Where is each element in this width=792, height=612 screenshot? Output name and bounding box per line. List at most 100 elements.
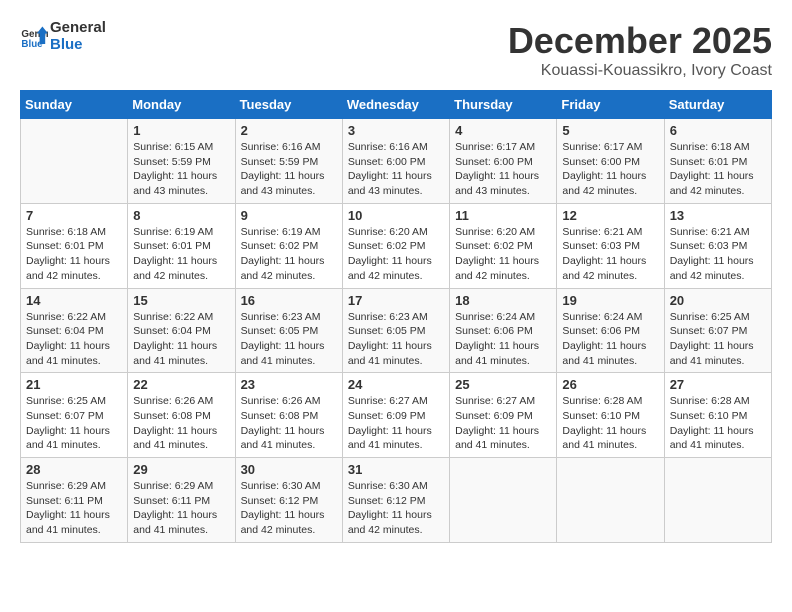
day-detail: Sunrise: 6:23 AMSunset: 6:05 PMDaylight:… bbox=[348, 310, 444, 369]
calendar-cell: 3Sunrise: 6:16 AMSunset: 6:00 PMDaylight… bbox=[342, 119, 449, 204]
calendar-cell bbox=[450, 458, 557, 543]
day-number: 23 bbox=[241, 377, 337, 392]
day-detail: Sunrise: 6:15 AMSunset: 5:59 PMDaylight:… bbox=[133, 140, 229, 199]
day-detail: Sunrise: 6:28 AMSunset: 6:10 PMDaylight:… bbox=[562, 394, 658, 453]
logo-icon: General Blue bbox=[20, 23, 48, 51]
month-year-title: December 2025 bbox=[508, 20, 772, 62]
day-detail: Sunrise: 6:18 AMSunset: 6:01 PMDaylight:… bbox=[26, 225, 122, 284]
logo-blue-text: Blue bbox=[50, 37, 106, 54]
calendar-cell: 26 Sunrise: 6:28 AMSunset: 6:10 PMDayligh… bbox=[557, 373, 664, 458]
day-detail: Sunrise: 6:24 AMSunset: 6:06 PMDaylight:… bbox=[562, 310, 658, 369]
calendar-cell: 29 Sunrise: 6:29 AMSunset: 6:11 PMDayligh… bbox=[128, 458, 235, 543]
calendar-week-row: 28 Sunrise: 6:29 AMSunset: 6:11 PMDayligh… bbox=[21, 458, 772, 543]
day-detail: Sunrise: 6:27 AMSunset: 6:09 PMDaylight:… bbox=[348, 394, 444, 453]
day-detail: Sunrise: 6:27 AMSunset: 6:09 PMDaylight:… bbox=[455, 394, 551, 453]
day-number: 30 bbox=[241, 462, 337, 477]
day-detail: Sunrise: 6:26 AMSunset: 6:08 PMDaylight:… bbox=[133, 394, 229, 453]
day-detail: Sunrise: 6:29 AMSunset: 6:11 PMDaylight:… bbox=[26, 479, 122, 538]
day-detail: Sunrise: 6:17 AMSunset: 6:00 PMDaylight:… bbox=[562, 140, 658, 199]
day-number: 26 bbox=[562, 377, 658, 392]
day-number: 13 bbox=[670, 208, 766, 223]
day-number: 25 bbox=[455, 377, 551, 392]
calendar-cell: 31Sunrise: 6:30 AMSunset: 6:12 PMDayligh… bbox=[342, 458, 449, 543]
day-number: 19 bbox=[562, 293, 658, 308]
day-detail: Sunrise: 6:20 AMSunset: 6:02 PMDaylight:… bbox=[455, 225, 551, 284]
weekday-header-saturday: Saturday bbox=[664, 91, 771, 119]
calendar-cell: 1 Sunrise: 6:15 AMSunset: 5:59 PMDaylight… bbox=[128, 119, 235, 204]
day-detail: Sunrise: 6:22 AMSunset: 6:04 PMDaylight:… bbox=[133, 310, 229, 369]
calendar-cell bbox=[21, 119, 128, 204]
day-detail: Sunrise: 6:17 AMSunset: 6:00 PMDaylight:… bbox=[455, 140, 551, 199]
day-number: 28 bbox=[26, 462, 122, 477]
calendar-week-row: 21 Sunrise: 6:25 AMSunset: 6:07 PMDayligh… bbox=[21, 373, 772, 458]
weekday-header-tuesday: Tuesday bbox=[235, 91, 342, 119]
calendar-table: SundayMondayTuesdayWednesdayThursdayFrid… bbox=[20, 90, 772, 543]
calendar-cell: 27 Sunrise: 6:28 AMSunset: 6:10 PMDayligh… bbox=[664, 373, 771, 458]
calendar-cell: 17 Sunrise: 6:23 AMSunset: 6:05 PMDayligh… bbox=[342, 288, 449, 373]
day-number: 8 bbox=[133, 208, 229, 223]
day-detail: Sunrise: 6:24 AMSunset: 6:06 PMDaylight:… bbox=[455, 310, 551, 369]
day-detail: Sunrise: 6:26 AMSunset: 6:08 PMDaylight:… bbox=[241, 394, 337, 453]
day-number: 9 bbox=[241, 208, 337, 223]
day-number: 1 bbox=[133, 123, 229, 138]
calendar-cell: 13 Sunrise: 6:21 AMSunset: 6:03 PMDayligh… bbox=[664, 203, 771, 288]
day-number: 22 bbox=[133, 377, 229, 392]
day-detail: Sunrise: 6:25 AMSunset: 6:07 PMDaylight:… bbox=[670, 310, 766, 369]
day-number: 21 bbox=[26, 377, 122, 392]
weekday-header-wednesday: Wednesday bbox=[342, 91, 449, 119]
day-detail: Sunrise: 6:19 AMSunset: 6:01 PMDaylight:… bbox=[133, 225, 229, 284]
calendar-cell: 16 Sunrise: 6:23 AMSunset: 6:05 PMDayligh… bbox=[235, 288, 342, 373]
calendar-cell: 4 Sunrise: 6:17 AMSunset: 6:00 PMDaylight… bbox=[450, 119, 557, 204]
calendar-cell: 22 Sunrise: 6:26 AMSunset: 6:08 PMDayligh… bbox=[128, 373, 235, 458]
calendar-cell: 28 Sunrise: 6:29 AMSunset: 6:11 PMDayligh… bbox=[21, 458, 128, 543]
day-detail: Sunrise: 6:20 AMSunset: 6:02 PMDaylight:… bbox=[348, 225, 444, 284]
calendar-cell: 15 Sunrise: 6:22 AMSunset: 6:04 PMDayligh… bbox=[128, 288, 235, 373]
day-number: 7 bbox=[26, 208, 122, 223]
day-detail: Sunrise: 6:21 AMSunset: 6:03 PMDaylight:… bbox=[670, 225, 766, 284]
weekday-header-monday: Monday bbox=[128, 91, 235, 119]
calendar-cell: 12 Sunrise: 6:21 AMSunset: 6:03 PMDayligh… bbox=[557, 203, 664, 288]
day-number: 18 bbox=[455, 293, 551, 308]
day-number: 20 bbox=[670, 293, 766, 308]
calendar-cell: 11Sunrise: 6:20 AMSunset: 6:02 PMDayligh… bbox=[450, 203, 557, 288]
day-number: 15 bbox=[133, 293, 229, 308]
day-detail: Sunrise: 6:23 AMSunset: 6:05 PMDaylight:… bbox=[241, 310, 337, 369]
day-detail: Sunrise: 6:21 AMSunset: 6:03 PMDaylight:… bbox=[562, 225, 658, 284]
calendar-week-row: 14 Sunrise: 6:22 AMSunset: 6:04 PMDayligh… bbox=[21, 288, 772, 373]
calendar-cell: 14 Sunrise: 6:22 AMSunset: 6:04 PMDayligh… bbox=[21, 288, 128, 373]
day-number: 24 bbox=[348, 377, 444, 392]
calendar-cell: 18 Sunrise: 6:24 AMSunset: 6:06 PMDayligh… bbox=[450, 288, 557, 373]
location-subtitle: Kouassi-Kouassikro, Ivory Coast bbox=[508, 62, 772, 80]
day-number: 2 bbox=[241, 123, 337, 138]
day-number: 4 bbox=[455, 123, 551, 138]
day-number: 17 bbox=[348, 293, 444, 308]
calendar-cell: 23 Sunrise: 6:26 AMSunset: 6:08 PMDayligh… bbox=[235, 373, 342, 458]
weekday-header-row: SundayMondayTuesdayWednesdayThursdayFrid… bbox=[21, 91, 772, 119]
day-number: 16 bbox=[241, 293, 337, 308]
header: General Blue General Blue December 2025 … bbox=[20, 20, 772, 80]
day-number: 27 bbox=[670, 377, 766, 392]
calendar-cell: 10Sunrise: 6:20 AMSunset: 6:02 PMDayligh… bbox=[342, 203, 449, 288]
day-number: 29 bbox=[133, 462, 229, 477]
day-detail: Sunrise: 6:30 AMSunset: 6:12 PMDaylight:… bbox=[348, 479, 444, 538]
day-detail: Sunrise: 6:22 AMSunset: 6:04 PMDaylight:… bbox=[26, 310, 122, 369]
day-number: 14 bbox=[26, 293, 122, 308]
calendar-cell: 21 Sunrise: 6:25 AMSunset: 6:07 PMDayligh… bbox=[21, 373, 128, 458]
logo: General Blue General Blue bbox=[20, 20, 106, 53]
title-area: December 2025 Kouassi-Kouassikro, Ivory … bbox=[508, 20, 772, 80]
calendar-week-row: 1 Sunrise: 6:15 AMSunset: 5:59 PMDaylight… bbox=[21, 119, 772, 204]
day-number: 6 bbox=[670, 123, 766, 138]
day-detail: Sunrise: 6:29 AMSunset: 6:11 PMDaylight:… bbox=[133, 479, 229, 538]
weekday-header-friday: Friday bbox=[557, 91, 664, 119]
day-detail: Sunrise: 6:25 AMSunset: 6:07 PMDaylight:… bbox=[26, 394, 122, 453]
day-number: 12 bbox=[562, 208, 658, 223]
day-detail: Sunrise: 6:28 AMSunset: 6:10 PMDaylight:… bbox=[670, 394, 766, 453]
calendar-week-row: 7 Sunrise: 6:18 AMSunset: 6:01 PMDaylight… bbox=[21, 203, 772, 288]
calendar-cell bbox=[557, 458, 664, 543]
calendar-cell: 19 Sunrise: 6:24 AMSunset: 6:06 PMDayligh… bbox=[557, 288, 664, 373]
calendar-cell bbox=[664, 458, 771, 543]
calendar-cell: 24 Sunrise: 6:27 AMSunset: 6:09 PMDayligh… bbox=[342, 373, 449, 458]
weekday-header-sunday: Sunday bbox=[21, 91, 128, 119]
calendar-cell: 2Sunrise: 6:16 AMSunset: 5:59 PMDaylight… bbox=[235, 119, 342, 204]
day-detail: Sunrise: 6:30 AMSunset: 6:12 PMDaylight:… bbox=[241, 479, 337, 538]
